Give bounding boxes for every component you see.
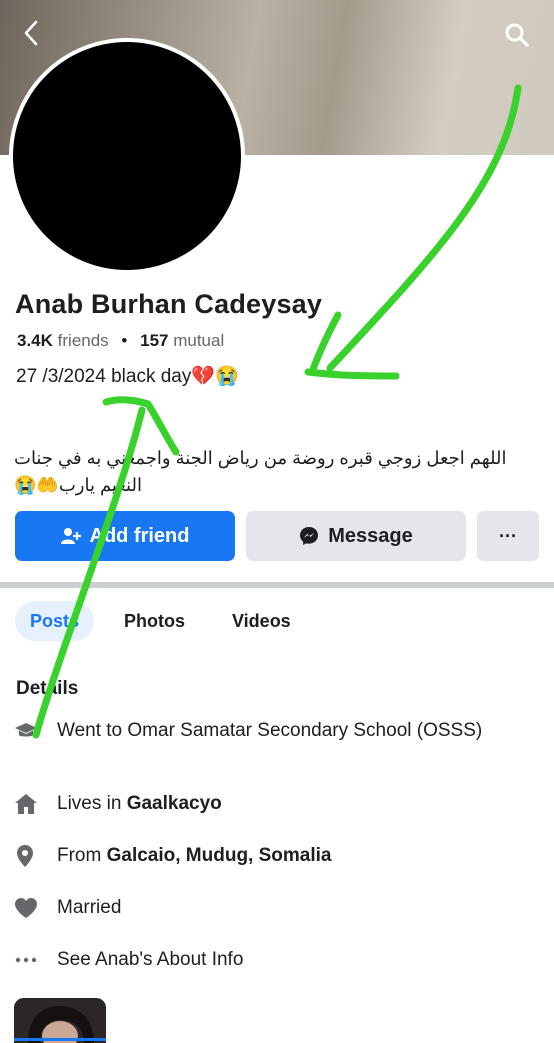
detail-from-place: Galcaio, Mudug, Somalia xyxy=(106,845,332,866)
profile-name: Anab Burhan Cadeysay xyxy=(15,289,323,319)
tab-posts[interactable]: Posts xyxy=(15,601,95,641)
detail-relationship-text: Married xyxy=(57,897,122,918)
chevron-left-icon xyxy=(24,20,38,46)
detail-lives-in: Lives in Gaalkacyo xyxy=(14,790,534,817)
thumbnail-highlight xyxy=(14,1038,106,1041)
details-heading: Details xyxy=(16,678,79,699)
annotation-arrow-down-head xyxy=(304,311,400,380)
add-friend-button[interactable]: Add friend xyxy=(15,511,235,561)
location-pin-icon xyxy=(14,842,44,869)
mutual-count: 157 xyxy=(140,331,169,350)
see-about-info-text: See Anab's About Info xyxy=(57,949,244,970)
search-icon xyxy=(505,23,529,47)
detail-lives-in-city: Gaalkacyo xyxy=(126,793,222,814)
messenger-icon xyxy=(299,526,319,546)
more-dots-icon xyxy=(14,946,44,973)
message-button[interactable]: Message xyxy=(246,511,466,561)
more-options-label: ··· xyxy=(499,525,517,546)
home-icon xyxy=(14,790,44,817)
friends-count: 3.4K xyxy=(17,331,53,350)
search-button[interactable] xyxy=(498,16,536,54)
mutual-label: mutual xyxy=(173,331,225,350)
more-options-button[interactable]: ··· xyxy=(477,511,539,561)
heart-icon xyxy=(14,894,44,921)
detail-from-prefix: From xyxy=(57,845,107,866)
add-friend-label: Add friend xyxy=(89,524,190,547)
back-button[interactable] xyxy=(14,16,48,50)
add-person-icon xyxy=(60,526,81,546)
friends-stats[interactable]: 3.4K friends • 157 mutual xyxy=(17,331,224,351)
featured-photo-thumbnail[interactable] xyxy=(14,998,106,1043)
detail-lives-in-prefix: Lives in xyxy=(57,793,127,814)
detail-from: From Galcaio, Mudug, Somalia xyxy=(14,842,534,869)
profile-avatar[interactable] xyxy=(9,38,245,274)
section-divider xyxy=(0,582,554,588)
see-about-info-link[interactable]: See Anab's About Info xyxy=(14,946,534,973)
bio-line: 27 /3/2024 black day💔😭 xyxy=(16,366,239,387)
detail-education-text: Went to Omar Samatar Secondary School (O… xyxy=(57,720,483,741)
bio-arabic-text: اللهم اجعل زوجي قبره روضة من رياض الجنة … xyxy=(14,448,507,495)
detail-relationship: Married xyxy=(14,894,534,921)
detail-education: Went to Omar Samatar Secondary School (O… xyxy=(14,717,534,744)
message-label: Message xyxy=(328,524,413,547)
friends-label: friends xyxy=(57,331,109,350)
tab-videos[interactable]: Videos xyxy=(217,601,306,641)
stats-separator: • xyxy=(121,331,128,350)
tab-photos[interactable]: Photos xyxy=(109,601,200,641)
school-icon xyxy=(14,717,44,744)
